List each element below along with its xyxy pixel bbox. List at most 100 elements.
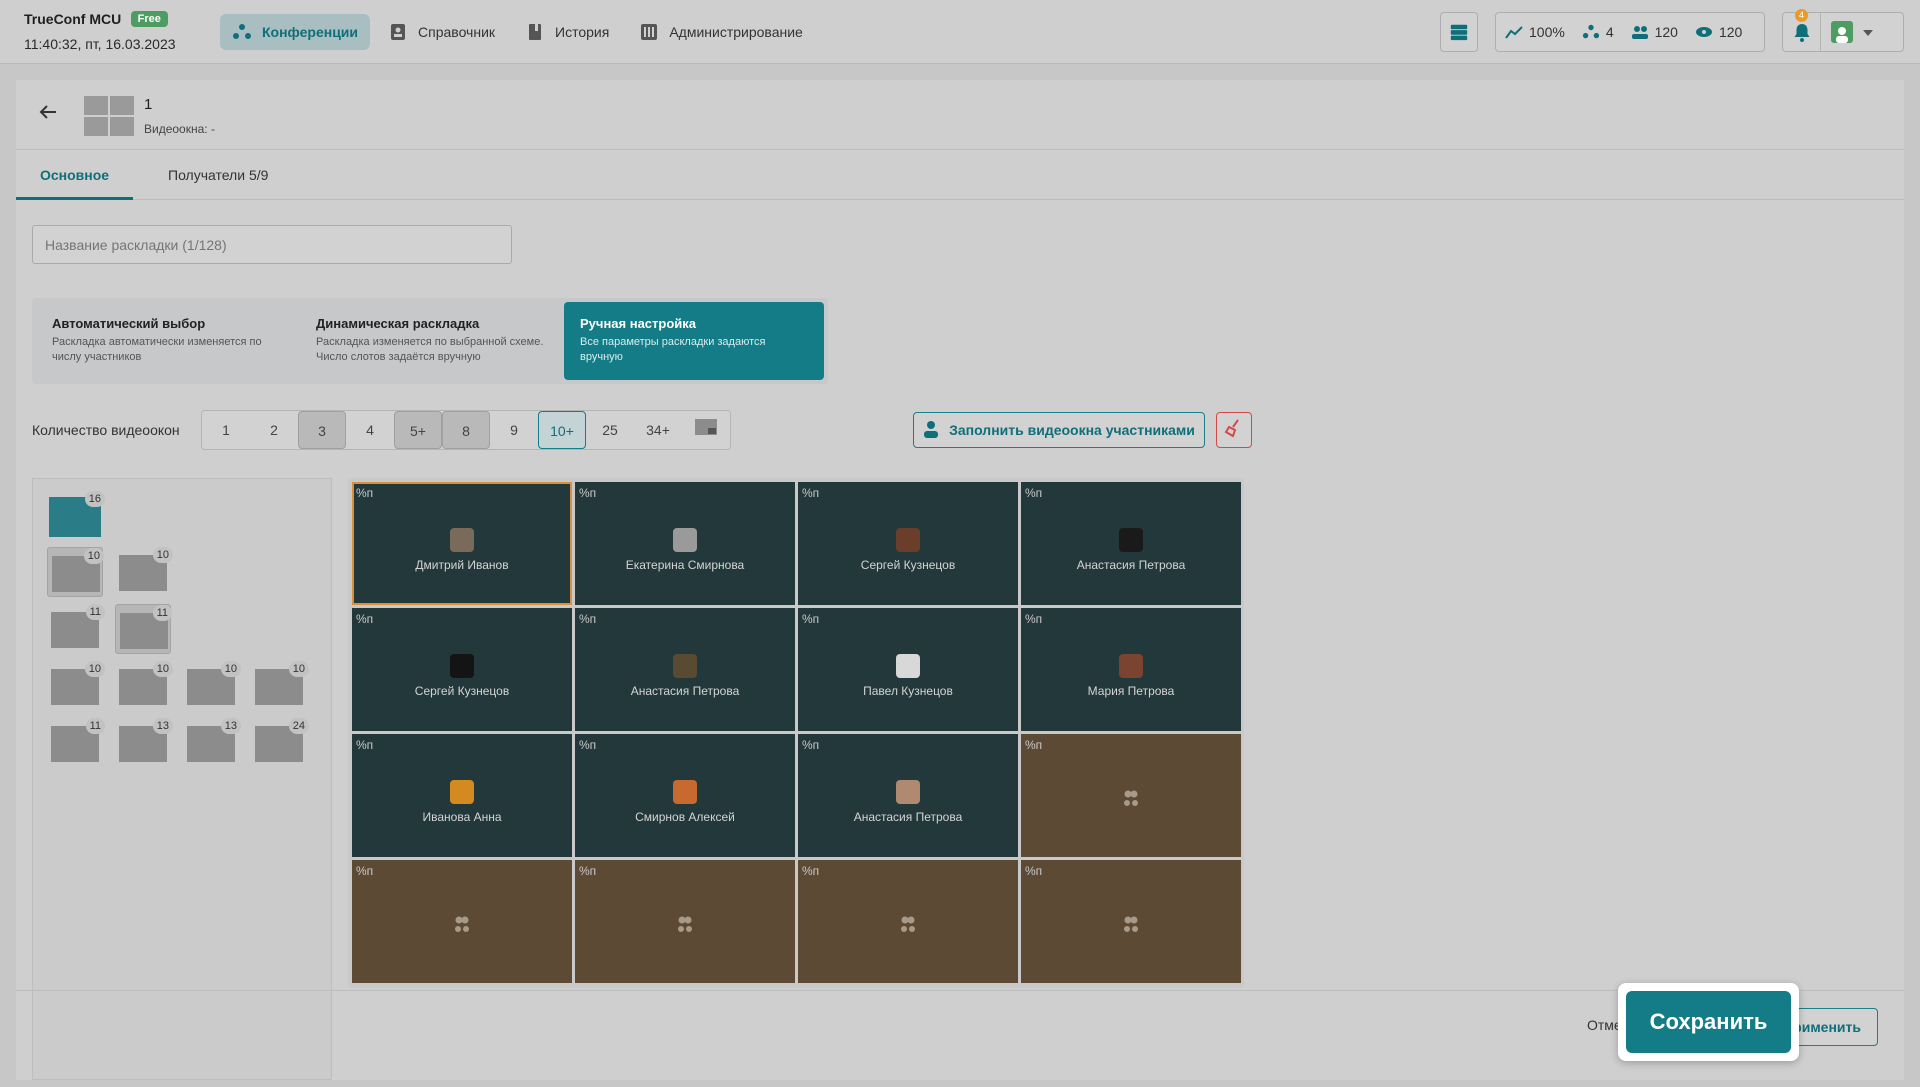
main-nav: Конференции Справочник История Администр… (220, 14, 815, 50)
video-cell[interactable]: %п Анастасия Петрова (575, 608, 795, 731)
notifications-button[interactable]: 4 (1783, 9, 1821, 51)
slot-tag: %п (1025, 864, 1043, 878)
layout-preset[interactable]: 24 (251, 718, 309, 768)
mode-selector: Автоматический выбор Раскладка автоматич… (32, 298, 828, 384)
participant-avatar (673, 780, 697, 804)
empty-slot-icon (1119, 912, 1143, 936)
user-controls: 4 (1782, 9, 1904, 52)
video-cell[interactable]: %п Иванова Анна (352, 734, 572, 857)
video-cell[interactable]: %п Анастасия Петрова (1021, 482, 1241, 605)
video-cell[interactable]: %п Екатерина Смирнова (575, 482, 795, 605)
slot-tag: %п (356, 864, 374, 878)
broom-icon (1224, 418, 1244, 443)
participant-name: Анастасия Петрова (1076, 558, 1186, 572)
video-cell[interactable]: %п Дмитрий Иванов (352, 482, 572, 605)
slot-tag: %п (802, 486, 820, 500)
layout-preset[interactable]: 13 (183, 718, 241, 768)
arrow-left-icon (39, 105, 56, 119)
save-button[interactable]: Сохранить (1626, 991, 1791, 1053)
video-cell[interactable]: %п (352, 860, 572, 983)
cancel-button[interactable]: Отме (1587, 1017, 1622, 1033)
layout-preset[interactable]: 10 (115, 661, 173, 711)
layout-editor-panel: 1 Видеоокна: - Основное Получатели 5/9 А… (16, 80, 1904, 1080)
fill-windows-button[interactable]: Заполнить видеоокна участниками (913, 412, 1205, 448)
video-cell[interactable]: %п Мария Петрова (1021, 608, 1241, 731)
count-option-34plus[interactable]: 34+ (634, 411, 682, 449)
slot-tag: %п (356, 738, 374, 752)
address-book-icon (388, 22, 408, 42)
participant-name: Анастасия Петрова (853, 810, 963, 824)
slot-tag: %п (1025, 738, 1043, 752)
mode-title: Автоматический выбор (52, 316, 206, 331)
mode-manual[interactable]: Ручная настройка Все параметры раскладки… (564, 302, 824, 380)
window-count-selector: 1 2 3 4 5+ 8 9 10+ 25 34+ (201, 410, 731, 450)
empty-slot-icon (1119, 786, 1143, 810)
participant-avatar (1119, 654, 1143, 678)
load-stat: 100% (1504, 22, 1565, 42)
layout-preset[interactable]: 16 (47, 491, 105, 541)
layout-preset[interactable]: 11 (115, 604, 172, 654)
video-cell[interactable]: %п (575, 860, 795, 983)
nav-admin[interactable]: Администрирование (627, 14, 815, 50)
slot-tag: %п (579, 738, 597, 752)
top-bar: TrueConf MCU Free 11:40:32, пт, 16.03.20… (0, 0, 1920, 64)
count-option-10plus[interactable]: 10+ (538, 411, 586, 449)
participant-avatar (896, 528, 920, 552)
count-option-9[interactable]: 9 (490, 411, 538, 449)
nav-conferences[interactable]: Конференции (220, 14, 371, 50)
layout-preset[interactable]: 10 (183, 661, 241, 711)
mode-auto[interactable]: Автоматический выбор Раскладка автоматич… (36, 302, 296, 380)
participant-name: Мария Петрова (1087, 684, 1175, 698)
video-cell[interactable]: %п Анастасия Петрова (798, 734, 1018, 857)
slot-tag: %п (802, 738, 820, 752)
nav-directory[interactable]: Справочник (376, 14, 507, 50)
participants-stat: 120 (1630, 22, 1678, 42)
count-option-1[interactable]: 1 (202, 411, 250, 449)
tab-main[interactable]: Основное (16, 150, 134, 200)
participant-name: Екатерина Смирнова (625, 558, 745, 572)
layout-preset[interactable]: 11 (47, 718, 105, 768)
count-option-2[interactable]: 2 (250, 411, 298, 449)
count-option-3[interactable]: 3 (298, 411, 346, 449)
mode-dynamic[interactable]: Динамическая раскладка Раскладка изменяе… (300, 302, 560, 380)
clear-windows-button[interactable] (1216, 412, 1252, 448)
count-option-8[interactable]: 8 (442, 411, 490, 449)
participant-name: Павел Кузнецов (863, 684, 953, 698)
conference-icon (232, 22, 252, 42)
datetime: 11:40:32, пт, 16.03.2023 (24, 36, 176, 52)
slot-tag: %п (802, 864, 820, 878)
tab-recipients[interactable]: Получатели 5/9 (144, 150, 292, 200)
count-option-5plus[interactable]: 5+ (394, 411, 442, 449)
nav-history[interactable]: История (513, 14, 621, 50)
user-menu[interactable] (1821, 21, 1883, 43)
layout-preset[interactable]: 13 (115, 718, 173, 768)
layout-preset[interactable]: 10 (47, 661, 105, 711)
nav-label: Администрирование (669, 24, 803, 40)
video-cell[interactable]: %п (1021, 860, 1241, 983)
layout-preset[interactable]: 10 (47, 547, 104, 597)
layout-name-input[interactable] (32, 225, 512, 264)
windows-count: Видеоокна: - (144, 122, 215, 136)
video-cell[interactable]: %п Павел Кузнецов (798, 608, 1018, 731)
back-button[interactable] (38, 102, 58, 127)
mode-desc: Раскладка автоматически изменяется по чи… (52, 336, 262, 363)
empty-slot-icon (450, 912, 474, 936)
server-status-button[interactable] (1440, 12, 1478, 52)
count-option-pip[interactable] (682, 411, 730, 449)
participant-avatar (1119, 528, 1143, 552)
video-cell[interactable]: %п (1021, 734, 1241, 857)
layout-preset[interactable]: 10 (251, 661, 309, 711)
video-cell[interactable]: %п Сергей Кузнецов (798, 482, 1018, 605)
video-cell[interactable]: %п Сергей Кузнецов (352, 608, 572, 731)
participant-name: Дмитрий Иванов (415, 558, 509, 572)
layout-preset[interactable]: 11 (47, 604, 105, 654)
nav-label: Конференции (262, 24, 359, 40)
video-cell[interactable]: %п Смирнов Алексей (575, 734, 795, 857)
count-option-25[interactable]: 25 (586, 411, 634, 449)
participant-name: Иванова Анна (422, 810, 502, 824)
participant-avatar (896, 654, 920, 678)
video-grid: %п Дмитрий Иванов %п Екатерина Смирнова %п Се… (348, 478, 1244, 988)
layout-preset[interactable]: 10 (115, 547, 173, 597)
count-option-4[interactable]: 4 (346, 411, 394, 449)
video-cell[interactable]: %п (798, 860, 1018, 983)
